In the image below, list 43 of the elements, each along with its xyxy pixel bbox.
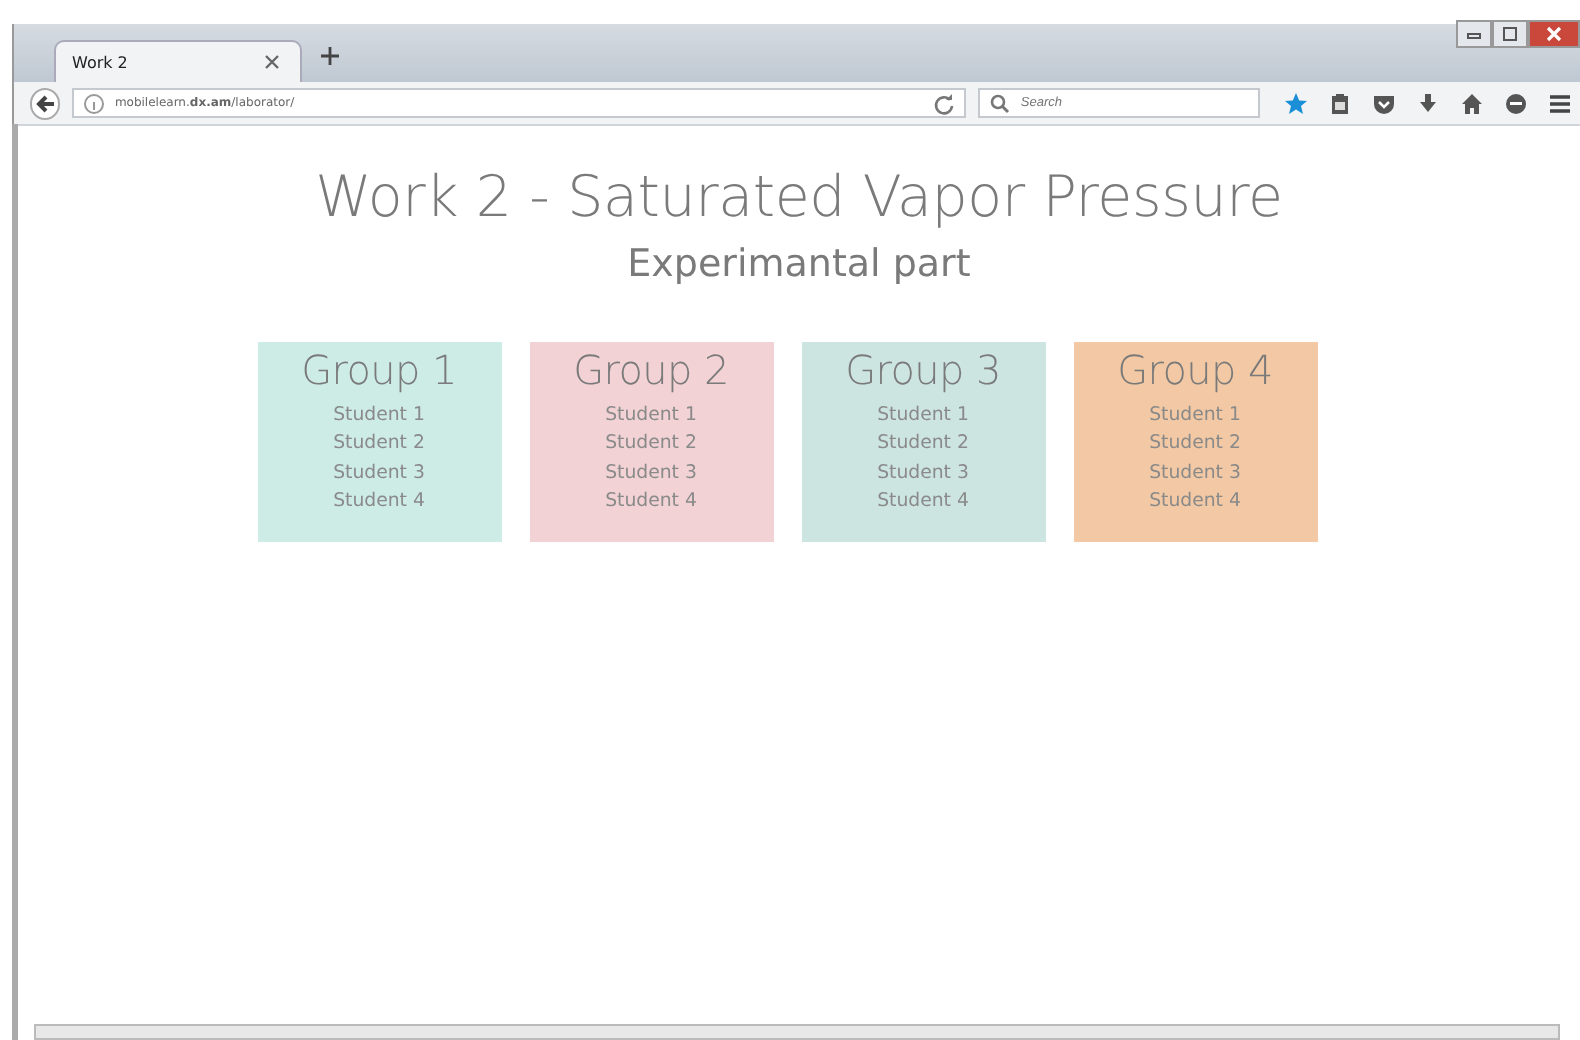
group-title: Group 2 [573,346,729,394]
student-name: Student 2 [877,430,969,459]
student-name: Student 1 [605,402,697,430]
page-title: Work 2 - Saturated Vapor Pressure [315,164,1283,230]
pocket-icon[interactable] [1372,91,1396,115]
clipboard-icon[interactable] [1328,91,1352,115]
student-name: Student 3 [333,459,425,488]
student-name: Student 4 [1149,487,1241,516]
student-name: Student 4 [877,487,969,516]
tab-title: Work 2 [72,53,128,71]
page-subtitle: Experimantal part [627,242,971,286]
student-name: Student 4 [605,487,697,516]
group-title: Group 4 [1117,346,1273,394]
student-name: Student 3 [877,459,969,488]
star-icon[interactable] [1284,91,1308,115]
student-name: Student 1 [1149,402,1241,430]
download-icon[interactable] [1416,91,1440,115]
arrow-icon [33,91,58,115]
plus-icon[interactable] [318,44,342,68]
search-icon [988,91,1013,115]
student-name: Student 1 [877,402,969,430]
student-name: Student 3 [605,459,697,488]
info-icon [82,91,107,115]
menu-icon[interactable] [1548,91,1572,115]
horizontal-scrollbar[interactable] [34,1024,1560,1040]
student-name: Student 2 [605,430,697,459]
home-icon[interactable] [1460,91,1484,115]
back-button[interactable] [30,87,61,119]
student-name: Student 1 [333,402,425,430]
close-icon[interactable] [260,50,284,74]
student-name: Student 4 [333,487,425,516]
close-window-button[interactable] [1528,20,1580,48]
maximize-button[interactable] [1492,20,1528,48]
group-title: Group 1 [301,346,457,394]
browser-tab[interactable]: Work 2 [54,40,302,82]
minimize-button[interactable] [1456,20,1492,48]
reload-icon[interactable] [932,91,957,115]
student-name: Student 2 [333,430,425,459]
maximize-icon [1498,22,1522,46]
close-icon [1542,22,1566,46]
group-title: Group 3 [845,346,1001,394]
student-name: Student 3 [1149,459,1241,488]
student-name: Student 2 [1149,430,1241,459]
